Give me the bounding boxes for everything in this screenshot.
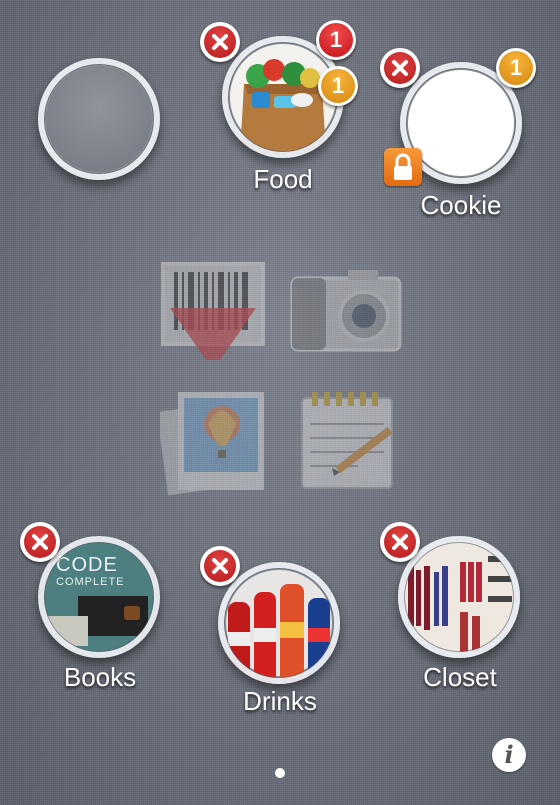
- food-label: Food: [253, 164, 313, 194]
- food-badge-orange: 1: [318, 66, 358, 106]
- notepad-icon: [301, 392, 393, 489]
- lock-icon: [384, 148, 422, 186]
- barcode-scanner-icon: [161, 262, 265, 360]
- drinks-label: Drinks: [243, 686, 317, 716]
- books-label: Books: [63, 662, 137, 692]
- cookie-badge-orange: 1: [496, 48, 536, 88]
- closet-label: Closet: [423, 662, 497, 692]
- camera-icon: [290, 270, 402, 352]
- book-cover-subtitle: COMPLETE: [56, 576, 125, 588]
- empty-folder[interactable]: [38, 58, 160, 180]
- food-delete-button[interactable]: [200, 22, 240, 62]
- empty-folder-bubble[interactable]: [38, 58, 160, 180]
- close-icon: [212, 34, 228, 50]
- cookie-label: Cookie: [420, 190, 502, 220]
- book-cover-title: CODE: [56, 554, 118, 576]
- close-icon: [212, 558, 228, 574]
- close-icon: [32, 534, 48, 550]
- drinks-delete-button[interactable]: [200, 546, 240, 586]
- closet-delete-button[interactable]: [380, 522, 420, 562]
- close-icon: [392, 534, 408, 550]
- photos-icon: [160, 392, 264, 496]
- cookie-delete-button[interactable]: [380, 48, 420, 88]
- close-icon: [392, 60, 408, 76]
- books-delete-button[interactable]: [20, 522, 60, 562]
- page-indicator-dot[interactable]: [275, 768, 285, 778]
- info-button[interactable]: i: [492, 738, 526, 772]
- food-badge-red: 1: [316, 20, 356, 60]
